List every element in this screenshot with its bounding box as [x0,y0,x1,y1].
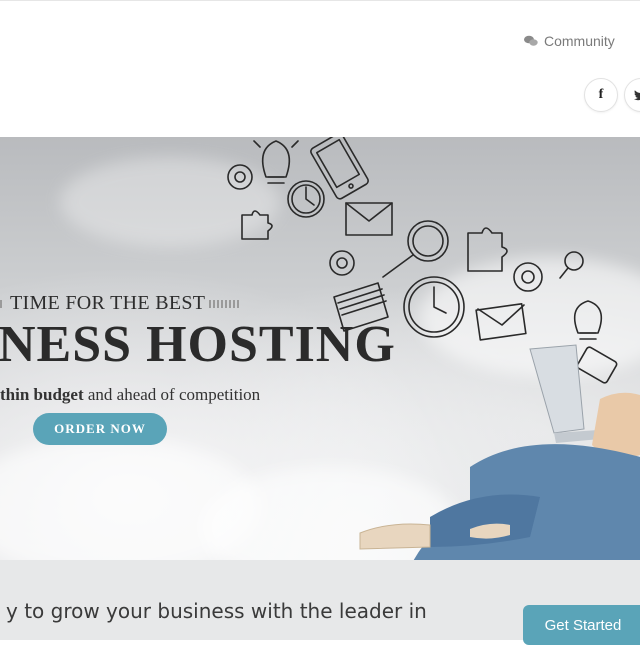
hero-subtitle: thin budget and ahead of competition [0,385,260,405]
hero-subtitle-bold: thin budget [0,385,84,404]
twitter-button[interactable] [624,78,640,112]
community-label: Community [544,33,615,49]
cta-text: y to grow your business with the leader … [6,599,427,623]
cta-band: y to grow your business with the leader … [0,560,640,645]
facebook-icon: f [598,87,604,102]
twitter-icon [634,90,640,101]
facebook-button[interactable]: f [584,78,618,112]
eyebrow-dots-right [209,300,242,309]
hero-eyebrow-text: TIME FOR THE BEST [10,292,206,314]
community-link[interactable]: Community [524,33,615,49]
eyebrow-dots-left [0,300,4,309]
top-bar: Community f [0,0,640,138]
hero-title: NESS HOSTING [0,316,396,373]
get-started-button[interactable]: Get Started [523,605,640,645]
hero-subtitle-rest: and ahead of competition [83,385,261,404]
order-now-button[interactable]: ORDER NOW [33,413,167,445]
hero-eyebrow: TIME FOR THE BEST [0,292,242,315]
comments-icon [524,35,538,46]
hero-banner: TIME FOR THE BEST NESS HOSTING thin budg… [0,137,640,560]
